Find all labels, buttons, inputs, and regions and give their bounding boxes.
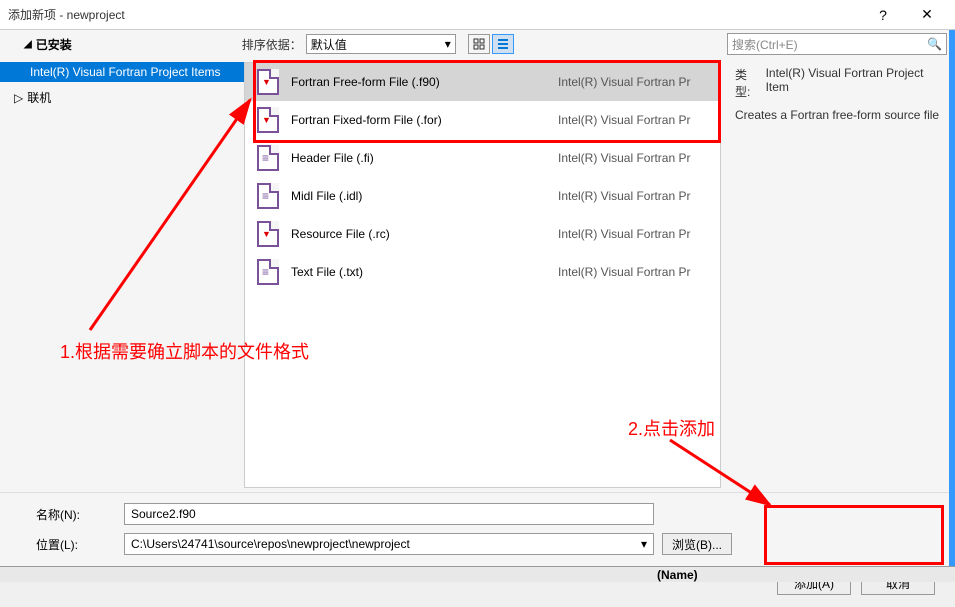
template-item[interactable]: Fortran Fixed-form File (.for) Intel(R) V… [245,101,720,139]
chevron-down-icon: ▾ [641,537,647,551]
file-icon [257,183,279,209]
template-category: Intel(R) Visual Fortran Pr [558,189,708,203]
browse-button[interactable]: 浏览(B)... [662,533,732,555]
sidebar-item-fortran[interactable]: Intel(R) Visual Fortran Project Items [0,62,244,82]
file-icon [257,259,279,285]
caret-right-icon: ▷ [14,91,23,105]
titlebar: 添加新项 - newproject ? ✕ [0,0,955,30]
template-name: Fortran Free-form File (.f90) [291,75,546,89]
template-name: Midl File (.idl) [291,189,546,203]
type-value: Intel(R) Visual Fortran Project Item [766,66,945,100]
template-category: Intel(R) Visual Fortran Pr [558,151,708,165]
sort-label: 排序依据： [242,36,302,53]
template-item[interactable]: Fortran Free-form File (.f90) Intel(R) Vi… [245,63,720,101]
sidebar-item-online[interactable]: ▷ 联机 [0,86,244,109]
search-icon: 🔍 [927,37,942,51]
window-title: 添加新项 - newproject [8,6,863,23]
template-item[interactable]: Resource File (.rc) Intel(R) Visual Fortr… [245,215,720,253]
name-property-label: (Name) [657,568,698,582]
sort-dropdown[interactable]: 默认值 ▾ [306,34,456,54]
location-field-label: 位置(L): [36,536,116,553]
main-area: Intel(R) Visual Fortran Project Items ▷ … [0,58,955,492]
template-name: Text File (.txt) [291,265,546,279]
view-list-button[interactable] [492,34,514,54]
location-input[interactable]: C:\Users\24741\source\repos\newproject\n… [124,533,654,555]
sort-value: 默认值 [311,36,347,53]
location-value: C:\Users\24741\source\repos\newproject\n… [131,537,410,551]
close-button[interactable]: ✕ [907,1,947,29]
help-button[interactable]: ? [863,1,903,29]
file-icon [257,69,279,95]
name-field-label: 名称(N): [36,506,116,523]
template-item[interactable]: Header File (.fi) Intel(R) Visual Fortran… [245,139,720,177]
search-placeholder: 搜索(Ctrl+E) [732,36,798,53]
file-icon [257,145,279,171]
template-name: Header File (.fi) [291,151,546,165]
search-input[interactable]: 搜索(Ctrl+E) 🔍 [727,33,947,55]
template-name: Fortran Fixed-form File (.for) [291,113,546,127]
installed-expander[interactable]: ◢ 已安装 [24,36,72,53]
detail-description: Creates a Fortran free-form source file [735,108,939,122]
view-grid-button[interactable] [468,34,490,54]
type-label: 类型: [735,66,762,100]
caret-down-icon: ◢ [24,39,32,50]
online-label: 联机 [27,89,51,106]
installed-label: 已安装 [36,36,72,53]
bottom-panel: 名称(N): 位置(L): C:\Users\24741\source\repo… [0,492,955,571]
sidebar-item-label: Intel(R) Visual Fortran Project Items [30,65,221,79]
template-category: Intel(R) Visual Fortran Pr [558,75,708,89]
template-name: Resource File (.rc) [291,227,546,241]
right-edge-strip [949,30,955,566]
toolbar: ◢ 已安装 排序依据： 默认值 ▾ 搜索(Ctrl+E) 🔍 [0,30,955,58]
template-category: Intel(R) Visual Fortran Pr [558,113,708,127]
template-item[interactable]: Text File (.txt) Intel(R) Visual Fortran … [245,253,720,291]
template-category: Intel(R) Visual Fortran Pr [558,227,708,241]
chevron-down-icon: ▾ [445,37,451,51]
file-icon [257,107,279,133]
name-input[interactable] [124,503,654,525]
template-list: Fortran Free-form File (.f90) Intel(R) Vi… [244,62,721,488]
status-strip: (Name) [0,566,955,582]
template-item[interactable]: Midl File (.idl) Intel(R) Visual Fortran … [245,177,720,215]
sidebar: Intel(R) Visual Fortran Project Items ▷ … [0,58,244,492]
detail-panel: 类型: Intel(R) Visual Fortran Project Item… [725,58,955,492]
file-icon [257,221,279,247]
template-category: Intel(R) Visual Fortran Pr [558,265,708,279]
